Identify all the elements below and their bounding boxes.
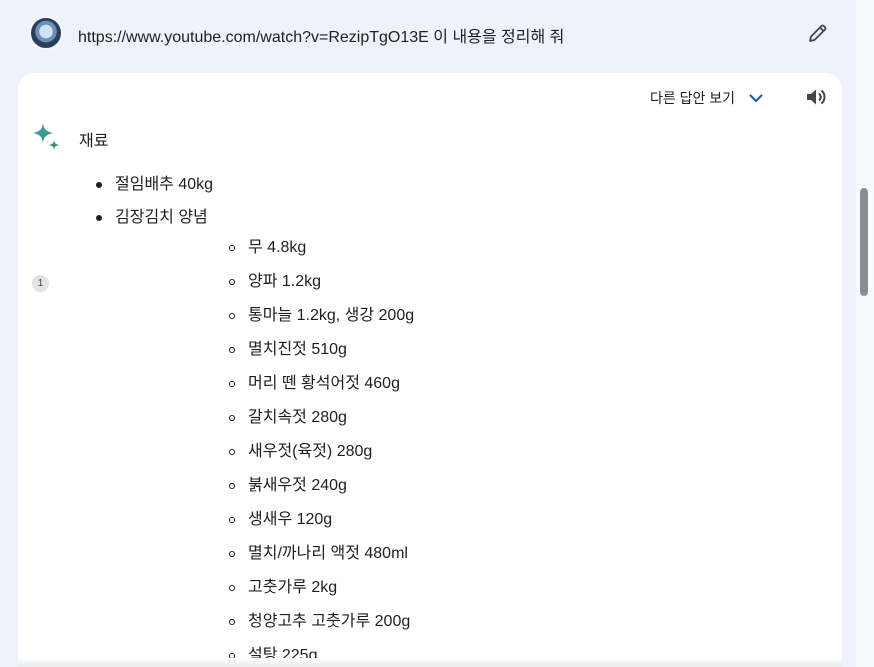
- sublist-item: 머리 뗀 황석어젓 460g: [115, 372, 414, 406]
- scrollbar-track[interactable]: [856, 0, 874, 667]
- sublist-item-text: 고춧가루 2kg: [248, 579, 338, 596]
- list-item-text: 절임배추 40kg: [115, 176, 214, 193]
- sublist-item: 청양고추 고춧가루 200g: [115, 610, 414, 644]
- bullet: [229, 381, 235, 387]
- sublist-item-text: 생새우 120g: [248, 511, 333, 528]
- list-item-text: 김장김치 양념: [115, 209, 208, 226]
- sublist-item-text: 통마늘 1.2kg, 생강 200g: [248, 307, 415, 324]
- gemini-sparkle-icon: [33, 123, 59, 150]
- bullet: [229, 245, 235, 251]
- sublist-item: 갈치속젓 280g: [115, 406, 414, 440]
- user-prompt-bar: https://www.youtube.com/watch?v=RezipTgO…: [0, 0, 856, 66]
- sublist-item: 생새우 120g: [115, 508, 414, 542]
- sublist-item-text: 갈치속젓 280g: [248, 409, 347, 426]
- scrollbar-thumb[interactable]: [860, 188, 868, 296]
- sublist-item: 무 4.8kg: [115, 236, 414, 270]
- sublist-item: 고춧가루 2kg: [115, 576, 414, 610]
- pencil-icon[interactable]: [806, 21, 830, 45]
- bullet: [229, 449, 235, 455]
- bullet: [229, 313, 235, 319]
- bullet: [229, 279, 235, 285]
- sublist-item-text: 무 4.8kg: [248, 239, 307, 256]
- sublist-item-text: 새우젓(육젓) 280g: [248, 443, 373, 460]
- user-avatar[interactable]: [29, 16, 63, 50]
- sublist-item: 새우젓(육젓) 280g: [115, 440, 414, 474]
- bullet: [229, 551, 235, 557]
- prompt-text: https://www.youtube.com/watch?v=RezipTgO…: [78, 29, 565, 46]
- list-item: 김장김치 양념 무 4.8kg 양파 1.2kg 통마늘 1.2kg, 생강 2…: [18, 206, 414, 667]
- seasoning-sublist: 무 4.8kg 양파 1.2kg 통마늘 1.2kg, 생강 200g 멸치진젓…: [115, 236, 414, 667]
- bullet: [229, 585, 235, 591]
- bullet: [229, 347, 235, 353]
- show-drafts-label: 다른 답안 보기: [650, 90, 736, 106]
- sublist-item-text: 머리 뗀 황석어젓 460g: [248, 375, 400, 392]
- input-area-edge: [18, 658, 842, 667]
- bullet: [229, 517, 235, 523]
- speaker-icon[interactable]: [804, 85, 828, 109]
- sublist-item: 멸치/까나리 액젓 480ml: [115, 542, 414, 576]
- response-heading: 재료: [79, 133, 109, 150]
- list-item: 절임배추 40kg: [18, 173, 414, 197]
- sublist-item: 양파 1.2kg: [115, 270, 414, 304]
- response-card: 다른 답안 보기 재료 1 절임배추 40kg 김장김치 양념 무 4.8kg …: [18, 73, 842, 667]
- chevron-down-icon: [749, 94, 763, 103]
- bullet: [229, 415, 235, 421]
- show-drafts-button[interactable]: 다른 답안 보기: [650, 88, 765, 108]
- sublist-item: 멸치진젓 510g: [115, 338, 414, 372]
- bullet: [229, 619, 235, 625]
- bullet: [96, 215, 102, 221]
- sublist-item-text: 붉새우젓 240g: [248, 477, 347, 494]
- sublist-item-text: 멸치진젓 510g: [248, 341, 347, 358]
- sublist-item-text: 청양고추 고춧가루 200g: [248, 613, 411, 630]
- bullet: [96, 182, 102, 188]
- sublist-item-text: 양파 1.2kg: [248, 273, 322, 290]
- sublist-item: 통마늘 1.2kg, 생강 200g: [115, 304, 414, 338]
- ingredient-list: 절임배추 40kg 김장김치 양념 무 4.8kg 양파 1.2kg 통마늘 1…: [18, 173, 414, 667]
- sublist-item-text: 멸치/까나리 액젓 480ml: [248, 545, 408, 562]
- bullet: [229, 483, 235, 489]
- sublist-item: 붉새우젓 240g: [115, 474, 414, 508]
